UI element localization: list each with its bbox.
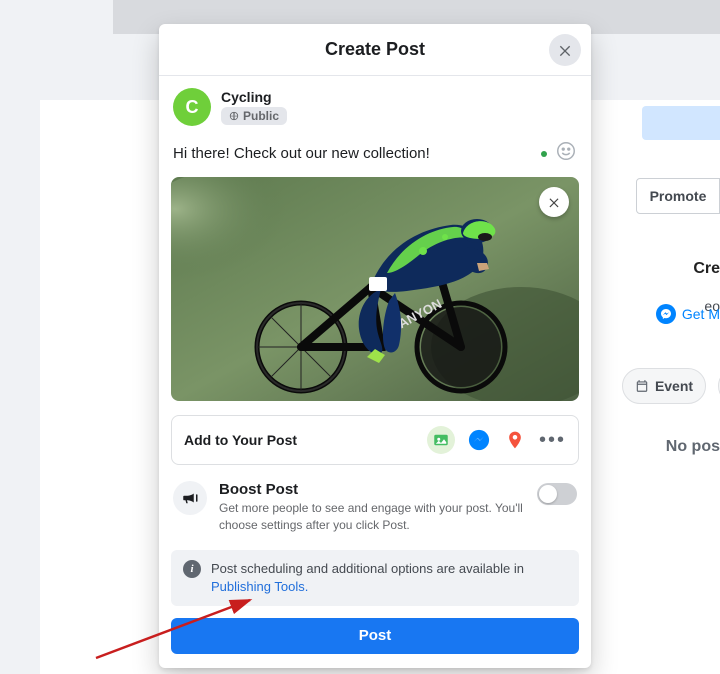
boost-text: Boost Post Get more people to see and en…	[219, 481, 525, 534]
promote-button[interactable]: Promote	[636, 178, 720, 214]
author-meta: Cycling Public	[221, 89, 287, 125]
publishing-tools-link[interactable]: Publishing Tools.	[211, 579, 308, 594]
privacy-label: Public	[243, 109, 279, 123]
location-pin-icon	[505, 430, 525, 450]
attached-image: CANYON	[171, 177, 579, 401]
bg-get-messages-button[interactable]: Get M	[656, 296, 720, 332]
author-row: C Cycling Public	[159, 76, 591, 134]
add-more-button[interactable]: •••	[539, 429, 566, 452]
info-text: Post scheduling and additional options a…	[211, 560, 567, 596]
bg-event-label: Event	[655, 378, 693, 394]
info-icon: i	[183, 560, 201, 578]
modal-header: Create Post	[159, 24, 591, 76]
globe-icon	[229, 111, 239, 121]
boost-row: Boost Post Get more people to see and en…	[159, 465, 591, 544]
post-button[interactable]: Post	[171, 618, 579, 654]
add-photo-button[interactable]	[427, 426, 455, 454]
composer-text-row: Hi there! Check out our new collection!	[159, 134, 591, 177]
privacy-selector[interactable]: Public	[221, 107, 287, 125]
bg-event-pill[interactable]: Event	[622, 368, 706, 404]
photo-icon	[432, 431, 450, 449]
info-banner: i Post scheduling and additional options…	[171, 550, 579, 606]
bg-create-heading: Cre	[693, 260, 720, 278]
messenger-icon	[468, 429, 490, 451]
add-location-button[interactable]	[503, 428, 527, 452]
add-to-post-label: Add to Your Post	[184, 432, 297, 448]
add-icons: •••	[427, 426, 566, 454]
composer-text[interactable]: Hi there! Check out our new collection!	[173, 145, 430, 162]
add-messenger-button[interactable]	[467, 428, 491, 452]
boost-toggle[interactable]	[537, 483, 577, 505]
author-avatar[interactable]: C	[173, 88, 211, 126]
close-icon	[547, 195, 561, 209]
close-button[interactable]	[549, 34, 581, 66]
attached-media[interactable]: CANYON	[171, 177, 579, 401]
boost-title: Boost Post	[219, 481, 525, 498]
add-to-post-row: Add to Your Post •••	[171, 415, 579, 465]
bg-action-button[interactable]	[642, 106, 720, 140]
remove-media-button[interactable]	[539, 187, 569, 217]
smiley-icon	[555, 140, 577, 162]
author-name[interactable]: Cycling	[221, 89, 287, 105]
megaphone-icon	[173, 481, 207, 515]
info-message: Post scheduling and additional options a…	[211, 561, 524, 576]
create-post-modal: Create Post C Cycling Public Hi there! C…	[159, 24, 591, 668]
modal-title: Create Post	[325, 39, 425, 60]
emoji-button[interactable]	[555, 140, 577, 167]
calendar-icon	[635, 379, 649, 393]
close-icon	[557, 42, 573, 58]
status-dot-icon	[541, 151, 547, 157]
bg-no-posts-text: No pos	[666, 438, 720, 456]
messenger-icon	[656, 304, 676, 324]
bg-get-messages-label: Get M	[682, 306, 720, 322]
boost-description: Get more people to see and engage with y…	[219, 500, 525, 534]
